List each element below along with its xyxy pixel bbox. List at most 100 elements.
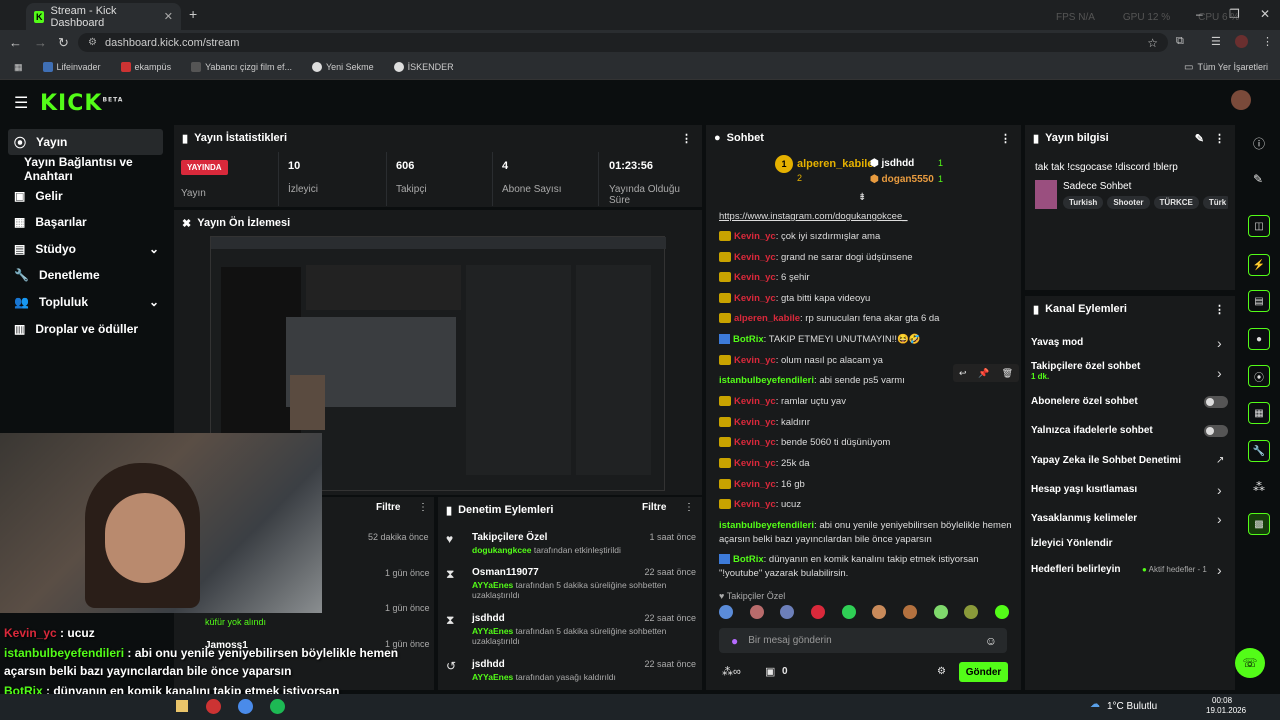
chat-link[interactable]: https://www.instagram.com/dogukangokcee_: [719, 211, 908, 222]
chat-user[interactable]: Kevin_yc: [734, 272, 776, 283]
sidebar-item-drops[interactable]: ▥ Droplar ve ödüller: [8, 316, 163, 342]
chat-user[interactable]: Kevin_yc: [734, 396, 776, 407]
raid-option[interactable]: İzleyici Yönlendir: [1031, 538, 1113, 549]
apps-icon[interactable]: ▦: [14, 62, 23, 73]
sidebar-item-stream[interactable]: ⦿ Yayın: [8, 129, 163, 155]
rail-button-wrench[interactable]: 🔧: [1248, 440, 1270, 462]
send-button[interactable]: Gönder: [959, 662, 1008, 682]
chevron-right-icon[interactable]: ›: [1217, 482, 1222, 498]
menu-icon[interactable]: ⋮: [1262, 35, 1273, 48]
file-explorer-icon[interactable]: [176, 700, 188, 712]
clock-date[interactable]: 19.01.2026: [1206, 706, 1246, 715]
chat-user[interactable]: Kevin_yc: [734, 252, 776, 263]
rail-button-doc[interactable]: ▤: [1248, 290, 1270, 312]
points-rail-icon[interactable]: ⁂: [1253, 480, 1265, 494]
mod-filter-button[interactable]: Filtre: [642, 502, 666, 513]
tag[interactable]: Shooter: [1107, 196, 1150, 209]
subs-only-toggle[interactable]: [1204, 396, 1228, 408]
chat-user[interactable]: istanbulbeyefendileri: [719, 520, 814, 531]
chat-user[interactable]: Kevin_yc: [734, 293, 776, 304]
tag[interactable]: Turkish: [1063, 196, 1104, 209]
bookmark-star-icon[interactable]: ☆: [1147, 36, 1158, 50]
profile-avatar[interactable]: [1235, 35, 1248, 48]
address-bar[interactable]: ⚙ dashboard.kick.com/stream ☆: [78, 33, 1168, 52]
emote-icon[interactable]: [933, 605, 948, 619]
rail-button-chat[interactable]: ●: [1248, 328, 1270, 350]
back-icon[interactable]: ←: [9, 35, 22, 50]
chevron-right-icon[interactable]: ›: [1217, 562, 1222, 578]
sidebar-item-revenue[interactable]: ▣ Gelir: [8, 183, 163, 209]
forward-icon[interactable]: →: [34, 35, 47, 50]
spotify-icon[interactable]: [270, 699, 285, 714]
rail-button-flash[interactable]: ⚡: [1248, 254, 1270, 276]
banned-words-option[interactable]: Yasaklanmış kelimeler: [1031, 513, 1137, 524]
bookmark-item[interactable]: Yabancı çizgi film ef...: [191, 62, 292, 72]
bookmark-item[interactable]: Yeni Sekme: [311, 62, 374, 72]
browser-tab[interactable]: K Stream - Kick Dashboard ✕: [26, 3, 181, 30]
leader-name[interactable]: alperen_kabile: [797, 158, 873, 170]
bookmark-item[interactable]: Lifeinvader: [42, 62, 101, 72]
goals-option[interactable]: Hedefleri belirleyin: [1031, 564, 1120, 575]
more-icon[interactable]: ⋮: [1000, 132, 1011, 145]
rail-button-grid[interactable]: ▩: [1248, 513, 1270, 535]
rail-button-clip[interactable]: ◫: [1248, 215, 1270, 237]
tag[interactable]: TÜRKCE: [1153, 196, 1199, 209]
mod-user[interactable]: AYYaEnes: [472, 672, 513, 682]
emote-icon[interactable]: [872, 605, 887, 619]
app-icon[interactable]: [206, 699, 221, 714]
filter-button[interactable]: Filtre: [376, 502, 400, 513]
sidebar-item-achievements[interactable]: ▦ Başarılar: [8, 209, 163, 235]
clock-time[interactable]: 00:08: [1212, 696, 1232, 705]
pencil-icon[interactable]: ✎: [1253, 172, 1263, 186]
slow-mode-option[interactable]: Yavaş mod: [1031, 337, 1083, 348]
emote-icon[interactable]: [719, 605, 733, 619]
settings-icon[interactable]: ⚙: [937, 666, 946, 677]
mod-user[interactable]: AYYaEnes: [472, 626, 513, 636]
ai-moderation-option[interactable]: Yapay Zeka ile Sohbet Denetimi: [1031, 455, 1181, 466]
delete-icon[interactable]: 🗑: [1002, 368, 1013, 379]
chat-user[interactable]: Kevin_yc: [734, 437, 776, 448]
leader-two[interactable]: ⬢ jsdhdd: [870, 158, 914, 169]
chat-user[interactable]: Kevin_yc: [734, 417, 776, 428]
window-close-icon[interactable]: ✕: [1260, 7, 1270, 21]
chat-user[interactable]: Kevin_yc: [734, 499, 776, 510]
gift-icon[interactable]: ▣: [765, 665, 775, 678]
emote-icon[interactable]: [780, 605, 795, 619]
chat-user[interactable]: Kevin_yc: [734, 479, 776, 490]
chevron-right-icon[interactable]: ›: [1217, 365, 1222, 381]
restore-icon[interactable]: ❐: [1229, 7, 1240, 21]
bookmark-item[interactable]: İSKENDER: [393, 62, 454, 72]
chevron-right-icon[interactable]: ›: [1217, 335, 1222, 351]
kick-logo[interactable]: KICKBETA: [40, 91, 123, 116]
chrome-icon[interactable]: [238, 699, 253, 714]
new-tab-icon[interactable]: +: [189, 6, 197, 22]
url-text[interactable]: dashboard.kick.com/stream: [105, 37, 240, 49]
emote-icon[interactable]: [964, 605, 979, 619]
rail-button-layout[interactable]: ▦: [1248, 402, 1270, 424]
tag[interactable]: Türk: [1202, 196, 1228, 209]
minimize-icon[interactable]: –: [1196, 7, 1203, 21]
more-icon[interactable]: ⋮: [418, 502, 428, 513]
hamburger-icon[interactable]: ☰: [14, 93, 28, 113]
points-icon[interactable]: ⁂∞: [722, 665, 741, 678]
chat-user[interactable]: BotRix: [733, 554, 764, 565]
support-button[interactable]: ☏: [1235, 648, 1265, 678]
category-thumbnail[interactable]: [1035, 180, 1057, 209]
more-icon[interactable]: ⋮: [1214, 303, 1225, 316]
site-info-icon[interactable]: ⚙: [88, 37, 97, 48]
emote-icon[interactable]: [902, 605, 917, 619]
reload-icon[interactable]: ↻: [58, 35, 69, 51]
emote-icon[interactable]: [841, 605, 856, 619]
emoji-icon[interactable]: ☺: [985, 634, 997, 648]
account-age-option[interactable]: Hesap yaşı kısıtlaması: [1031, 484, 1137, 495]
sidebar-item-moderation[interactable]: 🔧 Denetleme: [8, 262, 163, 288]
reading-list-icon[interactable]: ☰: [1211, 35, 1221, 48]
sidebar-item-community[interactable]: 👥 Topluluk ⌄: [8, 289, 163, 315]
weather-text[interactable]: 1°C Bulutlu: [1107, 701, 1157, 712]
mod-user[interactable]: dogukangkcee: [472, 545, 532, 555]
info-circle-icon[interactable]: ⓘ: [1253, 135, 1265, 152]
chat-input[interactable]: ● Bir mesaj gönderin ☺: [719, 628, 1007, 653]
emote-icon[interactable]: [749, 605, 764, 619]
chat-user[interactable]: BotRix: [733, 334, 764, 345]
pin-icon[interactable]: 📌: [978, 368, 989, 379]
